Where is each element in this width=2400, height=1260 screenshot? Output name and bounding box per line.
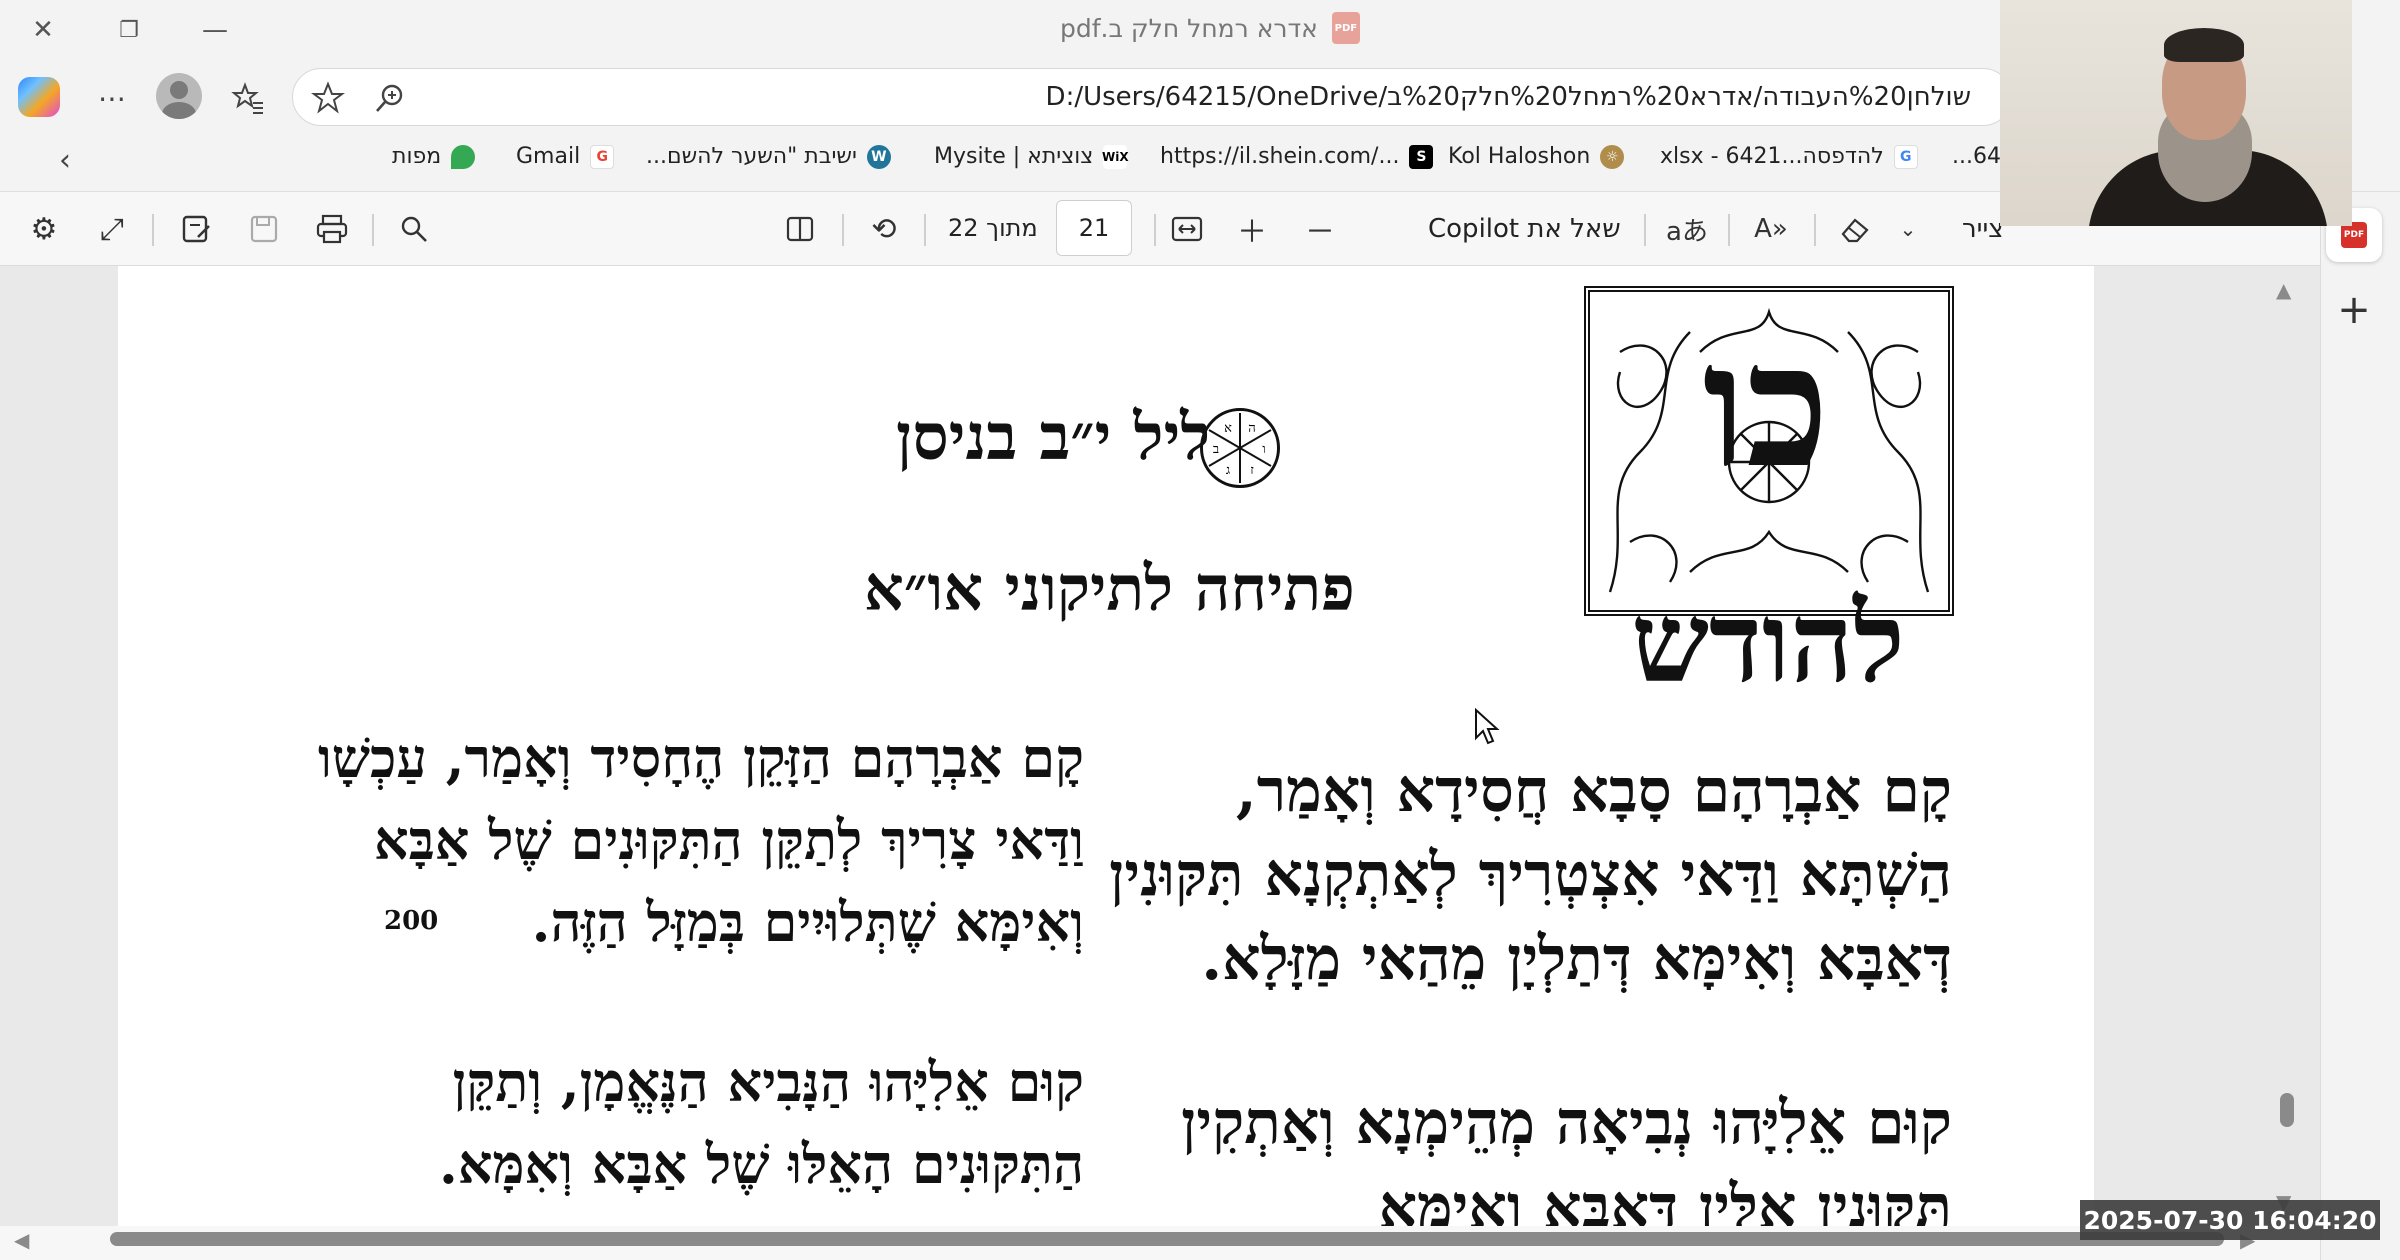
circle-letter: א: [1224, 421, 1232, 436]
favorite-label: Mysite | צוציתא: [934, 144, 1094, 169]
favorite-label: מפות: [392, 144, 442, 169]
read-aloud-icon[interactable]: A»: [1750, 192, 1792, 266]
circle-letter: ה: [1248, 421, 1255, 436]
copilot-icon[interactable]: [18, 77, 60, 117]
zoom-in-icon[interactable]: ＋: [1232, 192, 1272, 266]
minimize-window-icon[interactable]: —: [182, 0, 248, 60]
favorite-item[interactable]: מפות: [392, 144, 476, 169]
horizontal-scroll-thumb[interactable]: [110, 1232, 2224, 1246]
pdf-file-icon: PDF: [1331, 12, 1360, 44]
wordpress-icon: W: [866, 144, 891, 169]
fullscreen-icon[interactable]: ⤢: [92, 192, 132, 266]
wix-icon: WiX: [1102, 144, 1129, 169]
close-window-icon[interactable]: ✕: [10, 0, 76, 60]
favorite-item[interactable]: https://il.shein.com/... S: [1160, 144, 1434, 169]
window-title: אדרא רמחל חלק ב.pdf PDF: [1060, 12, 1360, 44]
webcam-overlay: [2000, 0, 2352, 226]
fit-width-icon[interactable]: [1166, 192, 1208, 266]
favorite-item[interactable]: ישיבת "השער להשם... W: [646, 144, 891, 169]
aramaic-line: קָם אַבְרָהָם סָבָא חֲסִידָא וְאָמַר,: [1235, 756, 1952, 826]
shein-icon: S: [1409, 144, 1434, 169]
address-bar[interactable]: D:/Users/64215/OneDrive/שולחן%20העבודה/א…: [292, 68, 2012, 126]
more-menu-icon[interactable]: ⋯: [92, 76, 132, 120]
chevron-down-icon[interactable]: ⌄: [1894, 192, 1922, 266]
toolbar-divider: [1814, 214, 1816, 246]
print-icon[interactable]: [312, 192, 352, 266]
circle-letter: ב: [1213, 442, 1219, 457]
page-count-label: מתוך 22: [948, 214, 1038, 242]
favorite-label: Gmail: [516, 144, 581, 169]
save-as-icon[interactable]: [176, 192, 216, 266]
drop-cap-word: להודש: [1631, 578, 1905, 707]
google-g-icon: G: [1893, 144, 1918, 169]
toolbar-divider: [842, 214, 844, 246]
favorites-hub-icon[interactable]: [226, 76, 270, 120]
google-g-icon: G: [590, 144, 615, 169]
recording-timestamp: 2025-07-30 16:04:20: [2080, 1200, 2380, 1240]
toolbar-divider: [372, 214, 374, 246]
window-title-text: אדרא רמחל חלק ב.pdf: [1060, 13, 1318, 43]
eraser-icon[interactable]: [1834, 192, 1876, 266]
save-icon[interactable]: [244, 192, 284, 266]
circle-letter: ז: [1250, 463, 1254, 478]
pdf-page: כו להודש הוז גבא ליל י״ב בניסן פתיחה לתיק…: [118, 266, 2094, 1228]
circle-letter: ג: [1226, 463, 1230, 478]
toolbar-divider: [1154, 214, 1156, 246]
favorite-item[interactable]: Mysite | צוציתא WiX: [934, 144, 1129, 169]
profile-avatar[interactable]: [156, 73, 202, 119]
date-heading: ליל י״ב בניסן: [896, 400, 1211, 475]
page-number-input[interactable]: 21: [1056, 200, 1132, 256]
section-subtitle: פתיחה לתיקוני או״א: [864, 552, 1355, 625]
kol-haloshon-icon: ☼: [1600, 144, 1625, 169]
restore-window-icon[interactable]: ❐: [96, 0, 162, 60]
hebrew-line: קוּם אֵלִיָּהוּ הַנָּבִיא הַנֶּאֱמָן, וְ…: [452, 1050, 1084, 1114]
hebrew-line: קָם אַבְרָהָם הַזָּקֵן הֶחָסִיד וְאָמַר,…: [317, 726, 1084, 790]
side-panel: [2320, 192, 2400, 1260]
webcam-person-cap: [2164, 28, 2244, 62]
zoom-icon[interactable]: [373, 81, 407, 115]
draw-button[interactable]: צייר: [1962, 214, 2004, 244]
toolbar-divider: [1728, 214, 1730, 246]
search-icon[interactable]: [394, 192, 434, 266]
favorite-label: Kol Haloshon: [1448, 144, 1591, 169]
add-favorite-star-icon[interactable]: [311, 81, 345, 115]
rotate-icon[interactable]: ⟲: [864, 192, 904, 266]
favorite-label: https://il.shein.com/...: [1160, 144, 1400, 169]
back-chevron-icon[interactable]: ‹: [48, 138, 82, 182]
toolbar-divider: [1644, 214, 1646, 246]
mouse-cursor-icon: [1474, 707, 1500, 750]
toolbar-divider: [924, 214, 926, 246]
hebrew-line: וַדַּאי צָרִיךְ לְתַקֵּן הַתִּקּוּנִים ש…: [374, 808, 1084, 872]
favorite-item[interactable]: xlsx - 6421...להדפסה G: [1660, 144, 1918, 169]
scroll-left-arrow-icon[interactable]: ◀: [14, 1228, 29, 1252]
maps-pin-icon: [451, 144, 476, 169]
aramaic-line: הַשְׁתָּא וַדַּאי אִצְטְרִיךְ לְאַתְקְנָ…: [1109, 840, 1952, 910]
toolbar-divider: [152, 214, 154, 246]
vertical-scrollbar[interactable]: [2270, 276, 2302, 1222]
favorite-item[interactable]: Gmail G: [516, 144, 615, 169]
sefirot-circle-icon: הוז גבא: [1200, 408, 1280, 488]
drop-cap-letters: כו: [1702, 306, 1830, 506]
translate-icon[interactable]: aあ: [1666, 192, 1708, 266]
ask-copilot-button[interactable]: שאל את Copilot: [1428, 214, 1621, 244]
hebrew-line: וְאִימָּא שֶׁתְּלוּיִים בְּמַזָּל הַזֶּה…: [531, 890, 1084, 954]
zoom-out-icon[interactable]: －: [1300, 192, 1340, 266]
footnote-ref[interactable]: 200: [384, 906, 438, 936]
url-text[interactable]: D:/Users/64215/OneDrive/שולחן%20העבודה/א…: [1046, 82, 1971, 112]
favorite-label: xlsx - 6421...להדפסה: [1660, 144, 1884, 169]
favorite-item[interactable]: Kol Haloshon ☼: [1448, 144, 1625, 169]
settings-gear-icon[interactable]: ⚙: [24, 192, 64, 266]
add-app-plus-icon[interactable]: +: [2326, 282, 2382, 338]
hebrew-line: הַתִּקּוּנִים הָאֵלּוּ שֶׁל אַבָּא וְאִמ…: [439, 1132, 1084, 1196]
page-view-icon[interactable]: [780, 192, 820, 266]
aramaic-line: תִּקּוּנִין אִלֵּין דְּאַבָּא וְאִימָּא: [1378, 1172, 1952, 1228]
scroll-up-arrow-icon[interactable]: ▲: [2276, 278, 2291, 302]
aramaic-line: דְּאַבָּא וְאִימָּא דְּתַלְיָן מֵהַאי מַ…: [1201, 924, 1952, 994]
circle-letter: ו: [1262, 442, 1265, 457]
vertical-scroll-thumb[interactable]: [2280, 1093, 2294, 1127]
favorite-label: ישיבת "השער להשם...: [646, 144, 857, 169]
aramaic-line: קוּם אֵלִיָּהוּ נְבִיאָה מְהֵימְנָא וְאַ…: [1181, 1088, 1952, 1158]
